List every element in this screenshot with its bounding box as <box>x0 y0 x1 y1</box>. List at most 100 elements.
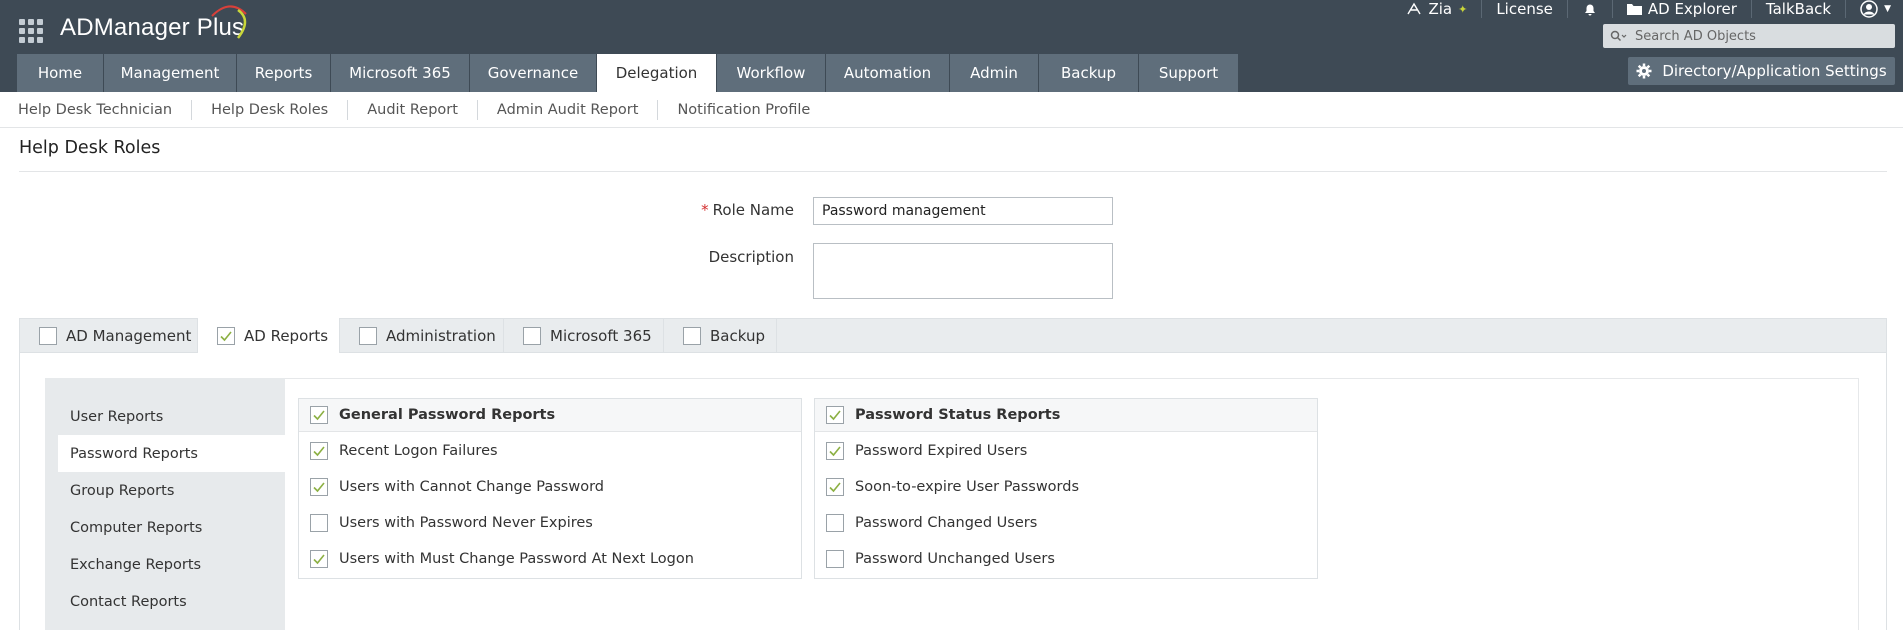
report-row[interactable]: Users with Cannot Change Password <box>299 469 801 505</box>
search-input[interactable] <box>1635 28 1885 44</box>
zia-label: Zia <box>1428 0 1453 18</box>
password-status-reports-panel: Password Status Reports Password Expired… <box>814 398 1318 579</box>
report-label: Users with Must Change Password At Next … <box>339 551 694 567</box>
tab-reports[interactable]: Reports <box>237 54 330 92</box>
notification-bell-icon[interactable] <box>1568 1 1612 17</box>
divider <box>657 99 659 120</box>
checkbox-checked[interactable] <box>826 406 844 424</box>
ad-explorer-link[interactable]: AD Explorer <box>1613 0 1751 18</box>
checkbox-checked[interactable] <box>310 550 328 568</box>
report-label: Password Changed Users <box>855 515 1038 531</box>
report-label: Password Unchanged Users <box>855 551 1055 567</box>
search-box <box>1603 24 1895 48</box>
subnav-audit-report[interactable]: Audit Report <box>367 102 458 118</box>
main-tabs: Home Management Reports Microsoft 365 Go… <box>17 54 1239 92</box>
report-row[interactable]: Password Changed Users <box>815 505 1317 541</box>
checkbox-checked[interactable] <box>217 327 235 345</box>
checkbox-checked[interactable] <box>310 442 328 460</box>
general-password-reports-panel: General Password Reports Recent Logon Fa… <box>298 398 802 579</box>
module-tab-administration[interactable]: Administration <box>340 318 504 353</box>
role-name-input[interactable] <box>813 197 1113 225</box>
subnav-admin-audit-report[interactable]: Admin Audit Report <box>497 102 639 118</box>
subnav-notification-profile[interactable]: Notification Profile <box>677 102 810 118</box>
title-divider <box>19 171 1887 172</box>
license-link[interactable]: License <box>1482 0 1567 18</box>
user-avatar-icon <box>1860 0 1878 18</box>
tab-delegation[interactable]: Delegation <box>597 54 716 92</box>
tab-support[interactable]: Support <box>1139 54 1238 92</box>
checkbox[interactable] <box>826 550 844 568</box>
report-row[interactable]: Recent Logon Failures <box>299 433 801 469</box>
checkbox[interactable] <box>826 514 844 532</box>
category-contact-reports[interactable]: Contact Reports <box>58 583 285 620</box>
report-label: Password Expired Users <box>855 443 1028 459</box>
gear-icon <box>1636 63 1652 79</box>
tab-backup[interactable]: Backup <box>1039 54 1138 92</box>
tab-microsoft-365[interactable]: Microsoft 365 <box>331 54 469 92</box>
tab-management[interactable]: Management <box>104 54 236 92</box>
checkbox[interactable] <box>310 514 328 532</box>
report-category-menu: User Reports Password Reports Group Repo… <box>45 378 285 630</box>
tab-home[interactable]: Home <box>17 54 103 92</box>
page-title: Help Desk Roles <box>19 138 161 158</box>
sparkle-icon: ✦ <box>1458 2 1468 16</box>
report-label: Soon-to-expire User Passwords <box>855 479 1080 495</box>
folder-icon <box>1626 4 1642 15</box>
checkbox[interactable] <box>39 326 57 345</box>
module-tab-ad-reports[interactable]: AD Reports <box>197 318 340 354</box>
tab-admin[interactable]: Admin <box>950 54 1038 92</box>
user-menu[interactable]: ▼ <box>1846 0 1891 18</box>
ad-explorer-label: AD Explorer <box>1647 0 1737 18</box>
module-tab-ad-management[interactable]: AD Management <box>20 318 198 353</box>
category-computer-reports[interactable]: Computer Reports <box>58 509 285 546</box>
divider <box>191 99 193 120</box>
search-icon[interactable] <box>1603 24 1635 48</box>
required-asterisk: * <box>701 201 709 219</box>
tab-workflow[interactable]: Workflow <box>717 54 825 92</box>
checkbox-checked[interactable] <box>826 478 844 496</box>
panel-title: General Password Reports <box>339 407 556 423</box>
logo-arc-icon <box>211 5 247 39</box>
zia-link[interactable]: Zia ✦ <box>1392 0 1481 18</box>
module-tab-backup[interactable]: Backup <box>664 318 777 353</box>
report-row[interactable]: Password Expired Users <box>815 433 1317 469</box>
subnav-help-desk-technician[interactable]: Help Desk Technician <box>18 102 172 118</box>
report-label: Users with Cannot Change Password <box>339 479 604 495</box>
panel-header[interactable]: Password Status Reports <box>815 399 1317 432</box>
description-textarea[interactable] <box>813 243 1113 299</box>
checkbox-checked[interactable] <box>826 442 844 460</box>
sub-navigation: Help Desk Technician Help Desk Roles Aud… <box>0 92 1903 128</box>
zia-icon <box>1407 2 1422 15</box>
checkbox[interactable] <box>523 326 541 345</box>
report-label: Recent Logon Failures <box>339 443 498 459</box>
top-links: Zia ✦ License AD Explorer TalkBack ▼ <box>1392 0 1891 18</box>
checkbox[interactable] <box>359 326 377 345</box>
description-label: Description <box>708 248 794 266</box>
panel-header[interactable]: General Password Reports <box>299 399 801 432</box>
directory-settings-button[interactable]: Directory/Application Settings <box>1628 57 1895 85</box>
app-grid-icon[interactable] <box>19 19 43 43</box>
report-row[interactable]: Soon-to-expire User Passwords <box>815 469 1317 505</box>
role-name-label-text: Role Name <box>712 201 794 219</box>
checkbox[interactable] <box>683 326 701 345</box>
chevron-down-icon: ▼ <box>1884 4 1891 14</box>
module-tab-microsoft-365[interactable]: Microsoft 365 <box>504 318 664 353</box>
category-password-reports[interactable]: Password Reports <box>58 435 285 472</box>
checkbox-checked[interactable] <box>310 406 328 424</box>
checkbox-checked[interactable] <box>310 478 328 496</box>
top-header: ADManager Plus Zia ✦ License AD Explorer… <box>0 0 1903 92</box>
category-exchange-reports[interactable]: Exchange Reports <box>58 546 285 583</box>
report-row[interactable]: Users with Password Never Expires <box>299 505 801 541</box>
role-name-label: * Role Name <box>700 201 794 219</box>
settings-label: Directory/Application Settings <box>1662 62 1887 80</box>
module-label: Microsoft 365 <box>550 326 652 345</box>
divider <box>347 99 349 120</box>
talkback-link[interactable]: TalkBack <box>1752 0 1845 18</box>
category-group-reports[interactable]: Group Reports <box>58 472 285 509</box>
category-user-reports[interactable]: User Reports <box>58 398 285 435</box>
tab-governance[interactable]: Governance <box>470 54 596 92</box>
report-row[interactable]: Password Unchanged Users <box>815 541 1317 577</box>
subnav-help-desk-roles[interactable]: Help Desk Roles <box>211 102 328 118</box>
tab-automation[interactable]: Automation <box>826 54 949 92</box>
report-row[interactable]: Users with Must Change Password At Next … <box>299 541 801 577</box>
